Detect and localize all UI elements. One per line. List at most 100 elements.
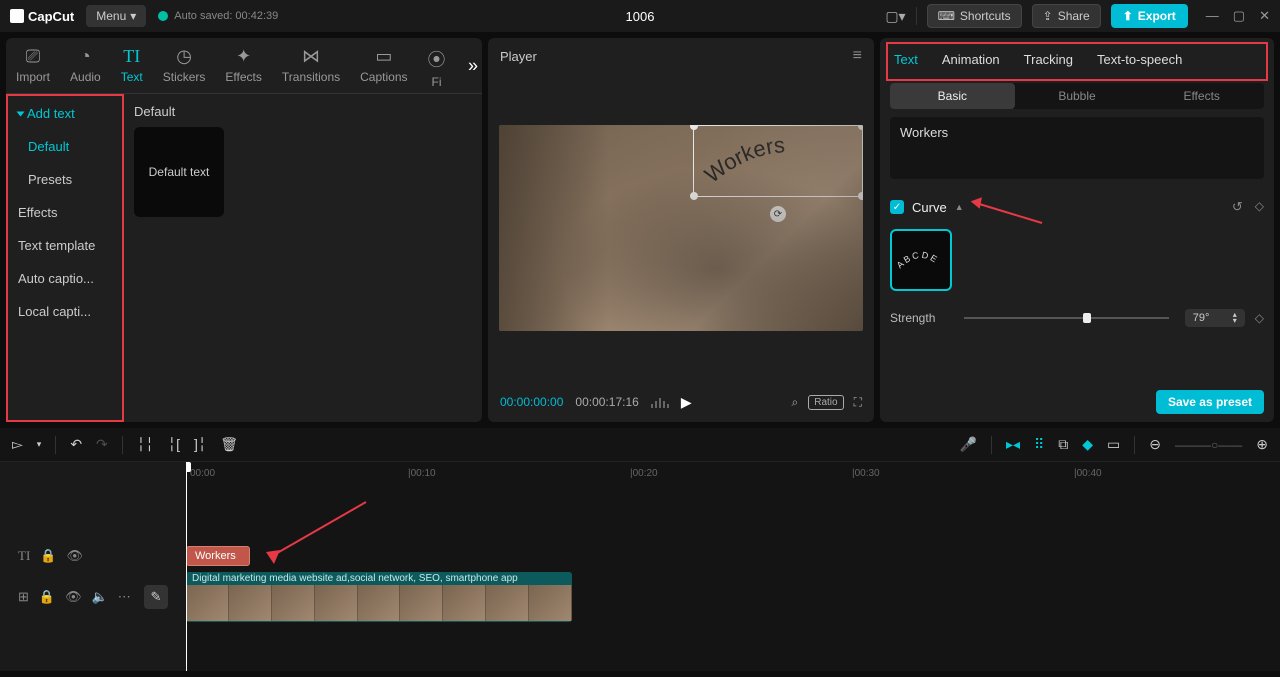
- tab-captions[interactable]: ▭Captions: [350, 38, 417, 93]
- auto-snap-icon[interactable]: ⠿: [1034, 436, 1044, 453]
- preview-axis-icon[interactable]: ◆: [1082, 436, 1093, 453]
- sidebar-item-presets[interactable]: Presets: [10, 164, 120, 195]
- sidebar-item-effects[interactable]: Effects: [10, 197, 120, 228]
- resize-handle-br[interactable]: [858, 192, 863, 200]
- timeline-tracks[interactable]: 00:00 |00:10 |00:20 |00:30 |00:40 Worker…: [186, 462, 1280, 671]
- keyframe-icon[interactable]: ◇: [1255, 199, 1264, 215]
- tab-more-cut[interactable]: ⦿Fi: [418, 38, 456, 93]
- maximize-button[interactable]: ▢: [1233, 8, 1245, 24]
- zoom-in-icon[interactable]: ⊕: [1256, 436, 1268, 453]
- timeline-ruler[interactable]: 00:00 |00:10 |00:20 |00:30 |00:40: [186, 462, 1280, 484]
- tab-animation[interactable]: Animation: [942, 52, 1000, 67]
- delete-icon[interactable]: 🗑: [220, 436, 238, 453]
- text-content-input[interactable]: Workers: [890, 117, 1264, 179]
- focus-icon[interactable]: ⌕: [792, 395, 799, 410]
- mic-icon[interactable]: 🎤: [960, 436, 977, 453]
- effects-icon: ✦: [236, 46, 251, 67]
- cover-icon[interactable]: ▭: [1107, 436, 1120, 453]
- link-icon[interactable]: ⧉: [1058, 436, 1068, 453]
- selection-tool-icon[interactable]: ▻: [12, 436, 23, 453]
- tab-tracking[interactable]: Tracking: [1024, 52, 1073, 67]
- track-headers: TI 🔒 👁 ⊞ 🔒 👁 🔈 ⋯ ✎: [0, 462, 186, 671]
- video-thumbnails: [186, 585, 572, 621]
- tab-stickers[interactable]: ◷Stickers: [153, 38, 216, 93]
- aspect-icon[interactable]: ▢▾: [885, 8, 905, 25]
- resize-handle-bl[interactable]: [690, 192, 698, 200]
- svg-text:ABCDE: ABCDE: [895, 250, 941, 271]
- minimize-button[interactable]: —: [1206, 8, 1219, 24]
- play-button[interactable]: ▶: [681, 394, 692, 411]
- edit-track-button[interactable]: ✎: [144, 585, 168, 609]
- tab-tts[interactable]: Text-to-speech: [1097, 52, 1182, 67]
- player-stage[interactable]: ⟳ Workers: [496, 74, 866, 382]
- resize-handle-tl[interactable]: [690, 125, 698, 130]
- zoom-out-icon[interactable]: ⊖: [1149, 436, 1161, 453]
- import-icon: ⎚: [26, 46, 40, 67]
- more-icon[interactable]: ⋯: [118, 589, 131, 605]
- sidebar-item-text-template[interactable]: Text template: [10, 230, 120, 261]
- sidebar-item-default[interactable]: Default: [10, 131, 120, 162]
- curve-checkbox[interactable]: ✓: [890, 200, 904, 214]
- keyboard-icon: ⌨: [938, 9, 955, 23]
- playhead[interactable]: [186, 462, 187, 671]
- magnet-icon[interactable]: ▸◂: [1006, 436, 1020, 453]
- mute-icon[interactable]: 🔈: [92, 589, 108, 605]
- curved-text-overlay[interactable]: Workers: [704, 134, 854, 197]
- save-preset-button[interactable]: Save as preset: [1156, 390, 1264, 414]
- undo-icon[interactable]: ↶: [70, 436, 82, 453]
- sidebar-item-local-captions[interactable]: Local capti...: [10, 296, 120, 327]
- split-icon[interactable]: ╎╎: [137, 436, 154, 453]
- default-text-tile[interactable]: Default text: [134, 127, 224, 217]
- sidebar-item-auto-captions[interactable]: Auto captio...: [10, 263, 120, 294]
- sidebar-add-text[interactable]: Add text: [10, 98, 120, 129]
- subtab-bubble[interactable]: Bubble: [1015, 83, 1140, 109]
- text-sidebar: Add text Default Presets Effects Text te…: [6, 94, 124, 422]
- eye-icon[interactable]: 👁: [65, 589, 82, 605]
- caret-down-icon: [17, 112, 25, 117]
- tab-transitions[interactable]: ⋈Transitions: [272, 38, 350, 93]
- reset-icon[interactable]: ↺: [1232, 199, 1243, 215]
- lock-icon[interactable]: 🔒: [40, 548, 56, 564]
- collapse-caret-icon[interactable]: ▲: [955, 202, 964, 212]
- strength-value-input[interactable]: 79° ▴▾: [1185, 309, 1245, 327]
- player-menu-icon[interactable]: ≡: [853, 47, 862, 65]
- split-left-icon[interactable]: ╎[: [168, 436, 180, 453]
- transitions-icon: ⋈: [302, 46, 320, 67]
- resize-handle-tr[interactable]: [858, 125, 863, 130]
- tabs-overflow-button[interactable]: »: [468, 55, 478, 76]
- eye-icon[interactable]: 👁: [66, 548, 83, 564]
- main-area: ⎚Import ◔Audio TIText ◷Stickers ✦Effects…: [0, 32, 1280, 428]
- tool-dropdown-icon[interactable]: ▾: [37, 439, 42, 450]
- split-right-icon[interactable]: ]╎: [194, 436, 206, 453]
- redo-icon[interactable]: ↷: [96, 436, 108, 453]
- tab-text-insp[interactable]: Text: [894, 52, 918, 67]
- rotate-handle[interactable]: ⟳: [770, 206, 786, 222]
- fullscreen-icon[interactable]: ⛶: [854, 395, 862, 410]
- project-title[interactable]: 1006: [626, 9, 655, 24]
- keyframe-icon[interactable]: ◇: [1255, 311, 1264, 325]
- tab-effects[interactable]: ✦Effects: [215, 38, 271, 93]
- menu-button[interactable]: Menu ▾: [86, 5, 146, 27]
- shortcuts-button[interactable]: ⌨ Shortcuts: [927, 4, 1022, 28]
- player-title: Player: [500, 49, 537, 64]
- text-clip-workers[interactable]: Workers: [186, 546, 250, 566]
- tab-text[interactable]: TIText: [111, 38, 153, 93]
- text-selection-box[interactable]: ⟳ Workers: [693, 125, 863, 197]
- export-button[interactable]: ⬆ Export: [1111, 4, 1188, 28]
- video-track-icon: ⊞: [18, 589, 29, 605]
- stepper-icon[interactable]: ▴▾: [1233, 312, 1237, 324]
- video-clip[interactable]: Digital marketing media website ad,socia…: [186, 572, 572, 622]
- subtab-effects[interactable]: Effects: [1139, 83, 1264, 109]
- ratio-button[interactable]: Ratio: [808, 395, 843, 410]
- curve-preset-tile[interactable]: ABCDE: [890, 229, 952, 291]
- slider-thumb[interactable]: [1083, 313, 1091, 323]
- share-button[interactable]: ⇪ Share: [1032, 4, 1101, 28]
- subtab-basic[interactable]: Basic: [890, 83, 1015, 109]
- strength-slider[interactable]: [964, 317, 1169, 319]
- lock-icon[interactable]: 🔒: [39, 589, 55, 605]
- video-preview[interactable]: ⟳ Workers: [499, 125, 863, 331]
- tab-import[interactable]: ⎚Import: [6, 38, 60, 93]
- text-track-icon: TI: [18, 548, 30, 564]
- close-button[interactable]: ✕: [1259, 8, 1270, 24]
- tab-audio[interactable]: ◔Audio: [60, 38, 111, 93]
